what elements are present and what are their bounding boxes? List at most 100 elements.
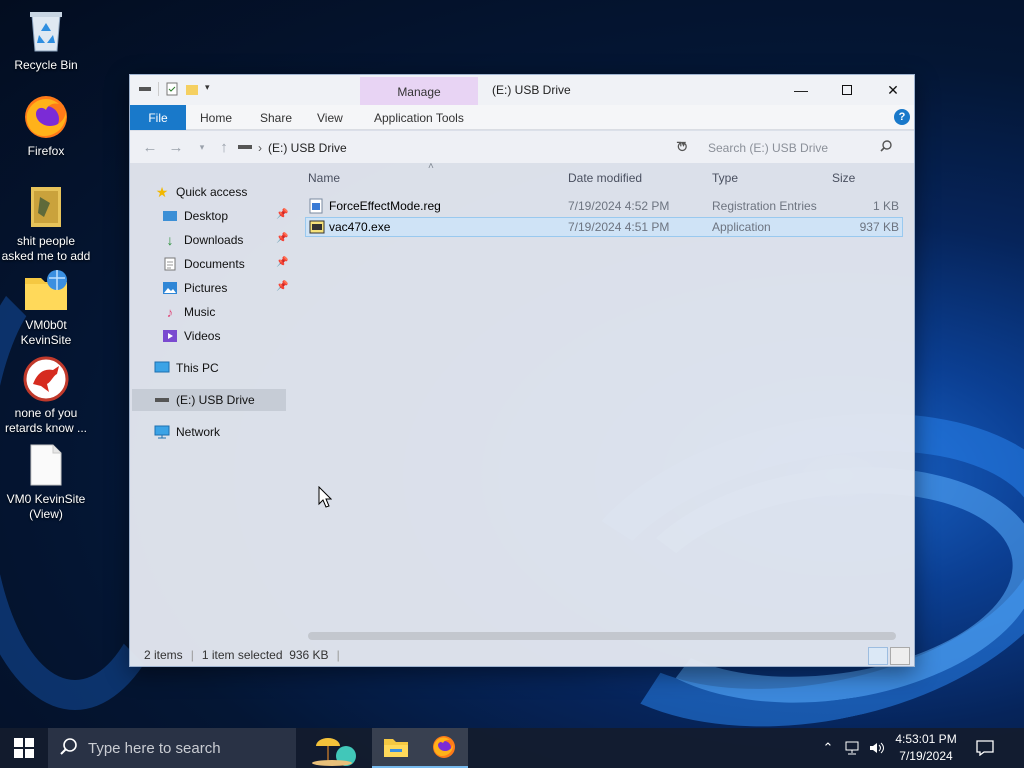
maximize-icon [842, 85, 852, 95]
nav-quick-access[interactable]: ★ Quick access [154, 181, 248, 203]
file-type: Application [712, 220, 771, 234]
videos-icon [162, 328, 178, 344]
nav-music[interactable]: ♪ Music [162, 301, 216, 323]
clock-date: 7/19/2024 [899, 749, 953, 763]
file-name: ForceEffectMode.reg [329, 199, 441, 213]
status-item-count: 2 items [144, 648, 183, 662]
beach-widget-icon[interactable] [300, 728, 364, 768]
firefox-taskbar-button[interactable] [420, 728, 468, 768]
desktop-icon-recycle-bin[interactable]: Recycle Bin [0, 8, 92, 73]
details-view-button[interactable] [868, 647, 888, 665]
desktop-icon-vm0b0t[interactable]: VM0b0t KevinSite [0, 268, 92, 348]
show-hidden-icons-button[interactable]: ⌃ [818, 728, 838, 768]
firefox-icon [23, 94, 69, 140]
maximize-button[interactable] [824, 75, 870, 105]
network-icon [154, 424, 170, 440]
nav-usb-drive[interactable]: (E:) USB Drive [132, 389, 286, 411]
nav-this-pc[interactable]: This PC [154, 357, 219, 379]
system-clock[interactable]: 4:53:01 PM 7/19/2024 [888, 731, 964, 765]
network-status-icon[interactable] [842, 728, 864, 768]
folder-globe-icon [23, 268, 69, 314]
sort-ascending-icon: ˄ [428, 161, 434, 172]
desktop-folder-icon [162, 208, 178, 224]
status-divider: | [190, 648, 194, 662]
volume-icon[interactable] [866, 728, 888, 768]
breadcrumb[interactable]: (E:) USB Drive [268, 141, 347, 155]
desktop-icon-label: Firefox [27, 144, 65, 158]
nav-label: Desktop [184, 209, 229, 223]
desktop-icon-dragon-app[interactable]: none of you retards know ... [0, 356, 92, 436]
large-icons-view-button[interactable] [890, 647, 910, 665]
desktop-icon-label: VM0 KevinSite (View) [6, 492, 86, 521]
file-size: 937 KB [859, 220, 899, 234]
file-date: 7/19/2024 4:52 PM [568, 199, 670, 213]
column-header-name[interactable]: Name [308, 171, 340, 185]
column-header-type[interactable]: Type [712, 171, 738, 185]
pin-icon: 📌 [276, 257, 289, 268]
title-bar[interactable]: ▾ Manage (E:) USB Drive — ✕ [130, 75, 916, 107]
clock-time: 4:53:01 PM [895, 732, 957, 746]
nav-label: Quick access [176, 185, 248, 199]
taskbar-search[interactable]: Type here to search [48, 728, 296, 768]
file-row-selected[interactable]: vac470.exe 7/19/2024 4:51 PM Application… [305, 217, 903, 237]
nav-documents[interactable]: Documents [162, 253, 245, 275]
folder-icon [23, 184, 69, 230]
close-button[interactable]: ✕ [870, 75, 916, 105]
tab-manage[interactable]: Manage [360, 77, 478, 107]
status-divider: | [336, 648, 340, 662]
horizontal-scrollbar[interactable] [308, 632, 896, 640]
desktop-icon-firefox[interactable]: Firefox [0, 94, 92, 159]
column-header-date[interactable]: Date modified [568, 171, 642, 185]
refresh-button[interactable]: ↻ [672, 138, 692, 156]
file-date: 7/19/2024 4:51 PM [568, 220, 670, 234]
file-explorer-window[interactable]: ▾ Manage (E:) USB Drive — ✕ File Home Sh… [129, 74, 915, 667]
quick-access-toolbar: ▾ [138, 82, 219, 96]
start-button[interactable] [0, 728, 48, 768]
up-button[interactable]: ↑ [214, 138, 234, 156]
taskbar-search-input[interactable]: Type here to search [88, 740, 221, 757]
taskbar: Type here to search ⌃ 4:53:01 PM 7/19/20… [0, 728, 1024, 768]
search-icon [880, 140, 892, 155]
recycle-bin-icon [23, 8, 69, 54]
file-explorer-taskbar-button[interactable] [372, 728, 420, 768]
nav-label: (E:) USB Drive [176, 393, 255, 407]
help-icon[interactable]: ? [894, 109, 910, 125]
file-type: Registration Entries [712, 199, 817, 213]
registry-file-icon [309, 198, 323, 217]
notification-center-button[interactable] [972, 728, 998, 768]
file-row[interactable]: ForceEffectMode.reg 7/19/2024 4:52 PM Re… [305, 196, 903, 216]
dragon-app-icon [23, 356, 69, 402]
properties-icon[interactable] [165, 82, 179, 96]
ribbon-tabs: File Home Share View Application Tools ? [130, 105, 914, 130]
nav-network[interactable]: Network [154, 421, 220, 443]
search-input[interactable]: Search (E:) USB Drive [708, 141, 828, 155]
back-button[interactable]: ← [140, 138, 160, 156]
forward-button[interactable]: → [166, 138, 186, 156]
file-explorer-icon [384, 739, 408, 757]
desktop-icon-label: VM0b0t KevinSite [20, 318, 72, 347]
new-folder-icon[interactable] [185, 82, 199, 96]
tab-application-tools[interactable]: Application Tools [364, 105, 474, 130]
desktop-icon-label: none of you retards know ... [4, 406, 88, 435]
desktop-icon-vm0-kevinsite[interactable]: VM0 KevinSite (View) [0, 442, 92, 522]
recent-locations-button[interactable]: ▾ [192, 138, 212, 156]
chevron-down-icon[interactable]: ▾ [205, 82, 219, 96]
documents-icon [162, 256, 178, 272]
nav-videos[interactable]: Videos [162, 325, 220, 347]
minimize-button[interactable]: — [778, 75, 824, 105]
tab-file[interactable]: File [130, 105, 186, 130]
tab-share[interactable]: Share [250, 105, 302, 130]
tab-view[interactable]: View [307, 105, 353, 130]
nav-downloads[interactable]: ↓ Downloads [162, 229, 244, 251]
nav-desktop[interactable]: Desktop [162, 205, 228, 227]
drive-icon [138, 82, 152, 96]
file-name: vac470.exe [329, 220, 391, 234]
address-bar-row: ← → ▾ ↑ › (E:) USB Drive ▾ ↻ Search (E:)… [130, 131, 914, 163]
address-bar[interactable]: › (E:) USB Drive ▾ [238, 137, 692, 159]
tab-home[interactable]: Home [190, 105, 242, 130]
window-title: (E:) USB Drive [492, 83, 571, 97]
desktop-icon-folder[interactable]: shit people asked me to add [0, 184, 92, 264]
search-box[interactable]: Search (E:) USB Drive [702, 137, 902, 159]
nav-pictures[interactable]: Pictures [162, 277, 227, 299]
column-header-size[interactable]: Size [832, 171, 855, 185]
